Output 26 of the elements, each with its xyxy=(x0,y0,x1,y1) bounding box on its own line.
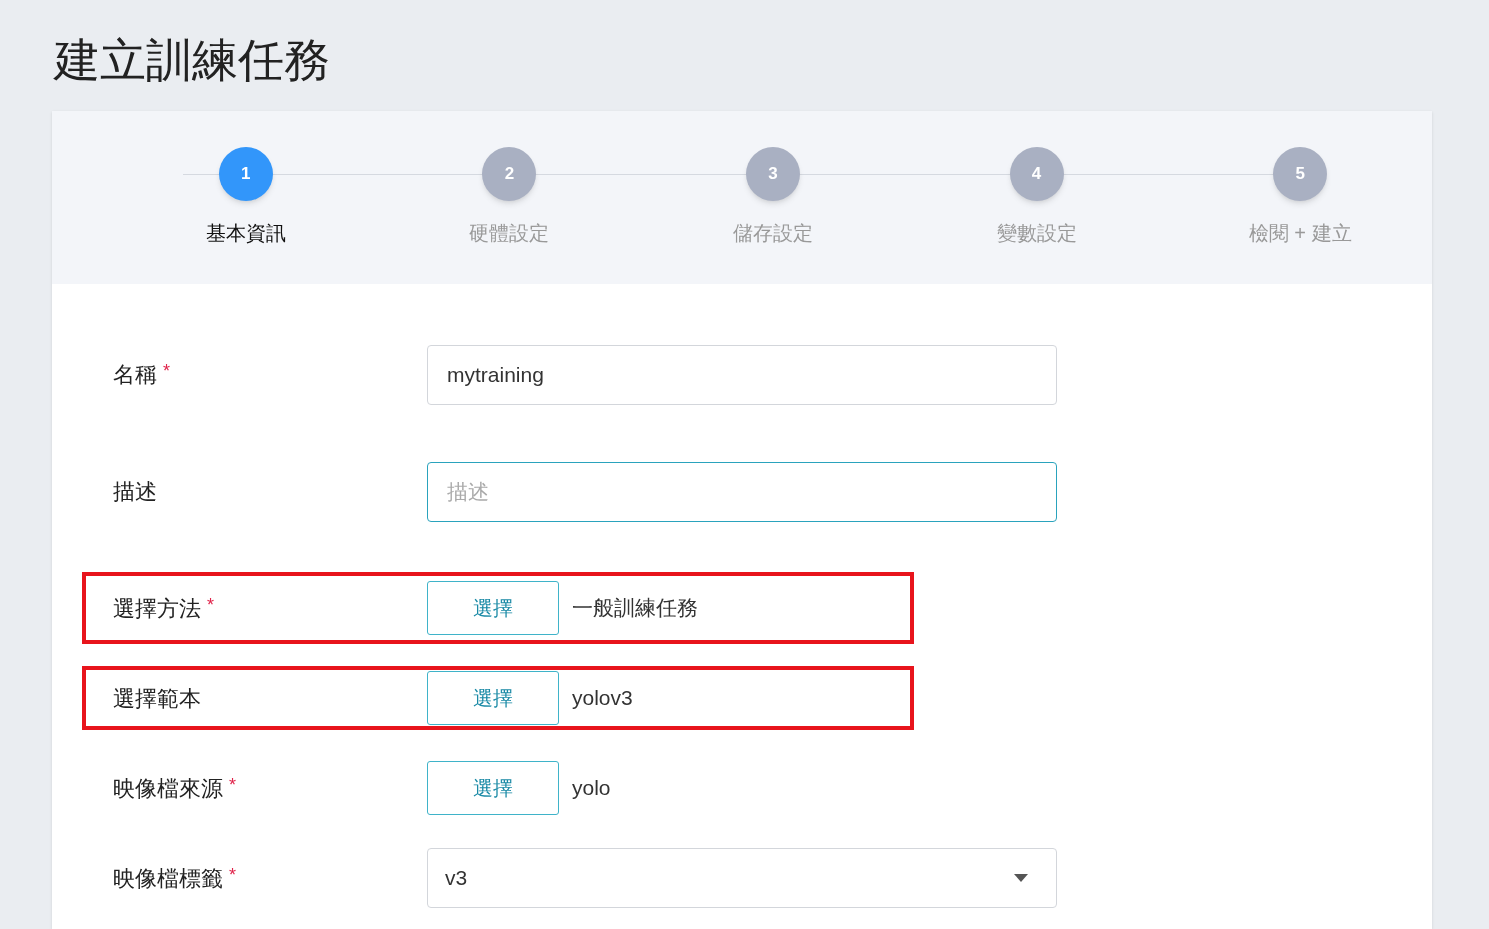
text-field[interactable]: mytraining xyxy=(427,344,1057,405)
selected-value: 一般訓練任務 xyxy=(572,595,698,622)
field-label: 映像檔標籤 xyxy=(113,864,223,893)
select-button[interactable]: 選擇 xyxy=(427,581,559,635)
step-label: 硬體設定 xyxy=(469,221,550,246)
field-label: 名稱 xyxy=(113,361,157,389)
caret-down-icon xyxy=(1014,874,1028,882)
field-label: 選擇範本 xyxy=(113,684,201,713)
step-label: 基本資訊 xyxy=(205,221,286,246)
field-label: 映像檔來源 xyxy=(113,774,223,803)
required-mark: * xyxy=(207,593,214,617)
step-label: 檢閱 + 建立 xyxy=(1248,221,1352,246)
selected-value: yolo xyxy=(572,775,611,802)
field-label: 選擇方法 xyxy=(113,594,201,623)
dropdown-field[interactable]: v3 xyxy=(427,848,1057,908)
selected-value: yolov3 xyxy=(572,685,633,712)
field-label: 描述 xyxy=(113,478,157,506)
text-field[interactable]: 描述 xyxy=(427,461,1057,522)
select-button[interactable]: 選擇 xyxy=(427,671,559,725)
required-mark: * xyxy=(229,863,236,887)
required-mark: * xyxy=(163,360,170,383)
page-title: 建立訓練任務 xyxy=(52,33,331,88)
step-label: 儲存設定 xyxy=(733,221,813,246)
required-mark: * xyxy=(229,773,236,797)
step-label: 變數設定 xyxy=(996,221,1077,246)
select-button[interactable]: 選擇 xyxy=(427,761,559,815)
